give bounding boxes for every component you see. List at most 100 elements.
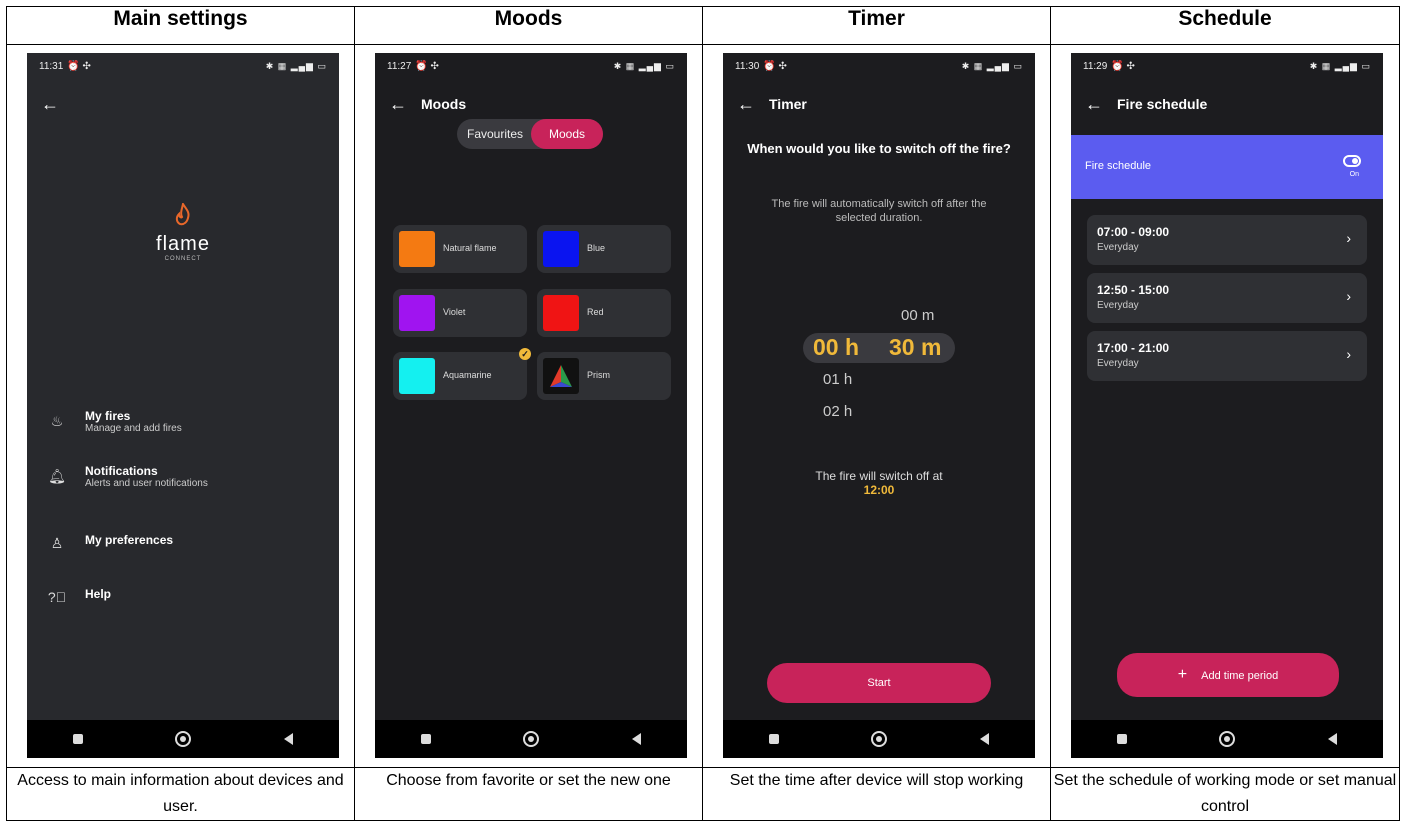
switch-off-time: 12:00	[863, 483, 895, 497]
home-button[interactable]	[175, 731, 192, 747]
app-bar: ← Moods	[389, 91, 673, 117]
mood-label: Red	[587, 307, 604, 317]
comparison-table: Main settings Moods Timer Schedule 11:31…	[6, 6, 1400, 821]
mood-label: Aquamarine	[443, 370, 492, 380]
wheel-hour-next[interactable]: 01 h	[823, 371, 852, 388]
back-arrow-icon[interactable]: ←	[389, 94, 407, 115]
menu-title: My fires	[85, 409, 131, 423]
mood-label: Violet	[443, 307, 466, 317]
header-main-settings: Main settings	[6, 6, 355, 45]
tab-favourites[interactable]: Favourites	[467, 127, 523, 141]
wheel-hour-next2[interactable]: 02 h	[823, 403, 852, 420]
mood-swatch	[399, 231, 435, 267]
schedule-bar-label: Fire schedule	[1085, 160, 1152, 172]
mood-tile[interactable]: Prism	[537, 352, 671, 400]
phone-main-settings: 11:31 ⏰ ✣ ✱ ▦ ▂▄▆ ▭ ← flame CONNECT ♨ My f…	[27, 53, 339, 758]
period-range: 07:00 - 09:00	[1097, 225, 1170, 239]
chevron-right-icon: ›	[1346, 230, 1351, 246]
chevron-right-icon: ›	[1346, 288, 1351, 304]
start-button[interactable]: Start	[767, 663, 991, 703]
mood-swatch	[543, 231, 579, 267]
add-time-period-button[interactable]: + Add time period	[1117, 653, 1339, 697]
android-nav-bar	[375, 720, 687, 758]
wheel-minute-prev[interactable]: 00 m	[901, 307, 934, 324]
back-button[interactable]	[283, 733, 293, 745]
schedule-period[interactable]: 12:50 - 15:00 Everyday ›	[1087, 273, 1367, 323]
check-icon: ✓	[519, 348, 531, 360]
cell-main-settings: 11:31 ⏰ ✣ ✱ ▦ ▂▄▆ ▭ ← flame CONNECT ♨ My f…	[6, 44, 355, 768]
header-timer: Timer	[702, 6, 1051, 45]
header-schedule: Schedule	[1050, 6, 1400, 45]
mood-swatch	[543, 295, 579, 331]
phone-moods: 11:27 ⏰ ✣ ✱ ▦ ▂▄▆ ▭ ← Moods Favourites Mood…	[375, 53, 687, 758]
cell-timer: 11:30 ⏰ ✣ ✱ ▦ ▂▄▆ ▭ ← Timer When would you …	[702, 44, 1051, 768]
app-bar: ← Timer	[737, 91, 1021, 117]
period-range: 17:00 - 21:00	[1097, 341, 1170, 355]
recents-button[interactable]	[769, 734, 780, 744]
person-icon: ♙	[50, 535, 64, 551]
recents-button[interactable]	[73, 734, 84, 744]
back-button[interactable]	[979, 733, 989, 745]
chevron-right-icon: ›	[1346, 346, 1351, 362]
flame-connect-logo: flame CONNECT	[27, 201, 339, 262]
timer-question: When would you like to switch off the fi…	[747, 141, 1011, 156]
period-days: Everyday	[1097, 242, 1139, 253]
schedule-period[interactable]: 17:00 - 21:00 Everyday ›	[1087, 331, 1367, 381]
recents-button[interactable]	[1117, 734, 1128, 744]
app-bar: ←	[41, 91, 325, 117]
status-time: 11:27	[387, 60, 412, 72]
help-icon: ?⃝	[47, 589, 67, 605]
home-button[interactable]	[523, 731, 540, 747]
app-bar: ← Fire schedule	[1085, 91, 1369, 117]
phone-timer: 11:30 ⏰ ✣ ✱ ▦ ▂▄▆ ▭ ← Timer When would you …	[723, 53, 1035, 758]
home-button[interactable]	[1219, 731, 1236, 747]
period-days: Everyday	[1097, 300, 1139, 311]
selected-minutes: 30 m	[889, 334, 942, 360]
header-moods: Moods	[354, 6, 703, 45]
mood-swatch	[399, 358, 435, 394]
logo-word: flame	[156, 233, 210, 255]
android-nav-bar	[27, 720, 339, 758]
back-arrow-icon[interactable]: ←	[1085, 94, 1103, 115]
mood-label: Natural flame	[443, 243, 497, 253]
switch-off-label: The fire will switch off at	[815, 469, 943, 483]
back-button[interactable]	[1327, 733, 1337, 745]
mood-tile[interactable]: Blue	[537, 225, 671, 273]
android-nav-bar	[723, 720, 1035, 758]
menu-sub: Manage and add fires	[85, 423, 182, 434]
caption-timer: Set the time after device will stop work…	[702, 767, 1051, 821]
toggle-switch[interactable]	[1343, 155, 1361, 167]
back-button[interactable]	[631, 733, 641, 745]
status-bar: 11:29 ⏰ ✣ ✱ ▦ ▂▄▆ ▭	[1083, 60, 1371, 72]
schedule-period[interactable]: 07:00 - 09:00 Everyday ›	[1087, 215, 1367, 265]
mood-tile[interactable]: Red	[537, 289, 671, 337]
segment-control: Favourites Moods	[457, 119, 603, 149]
home-button[interactable]	[871, 731, 888, 747]
logo-sub: CONNECT	[164, 256, 202, 262]
menu-title: Help	[85, 587, 112, 601]
caption-schedule: Set the schedule of working mode or set …	[1050, 767, 1400, 821]
mood-label: Blue	[587, 243, 606, 253]
mood-label: Prism	[587, 370, 610, 380]
mood-tile-selected[interactable]: Aquamarine ✓	[393, 348, 531, 400]
caption-moods: Choose from favorite or set the new one	[354, 767, 703, 821]
cell-moods: 11:27 ⏰ ✣ ✱ ▦ ▂▄▆ ▭ ← Moods Favourites Mood…	[354, 44, 703, 768]
mood-tile[interactable]: Natural flame	[393, 225, 527, 273]
cell-schedule: 11:29 ⏰ ✣ ✱ ▦ ▂▄▆ ▭ ← Fire schedule Fire sc…	[1050, 44, 1400, 768]
back-arrow-icon[interactable]: ←	[737, 94, 755, 115]
back-arrow-icon[interactable]: ←	[41, 94, 59, 115]
android-nav-bar	[1071, 720, 1383, 758]
tab-moods[interactable]: Moods	[531, 119, 603, 149]
flame-logo-icon	[27, 201, 339, 233]
flame-icon: ♨	[50, 413, 64, 429]
schedule-toggle-bar: Fire schedule On	[1071, 135, 1383, 199]
period-days: Everyday	[1097, 358, 1139, 369]
add-time-period-label: Add time period	[1201, 670, 1279, 682]
page-title: Timer	[769, 96, 807, 112]
mood-tile[interactable]: Violet	[393, 289, 527, 337]
status-time: 11:31	[39, 60, 64, 72]
recents-button[interactable]	[421, 734, 432, 744]
wheel-selected[interactable]: 00 h 30 m	[803, 333, 955, 363]
caption-main-settings: Access to main information about devices…	[6, 767, 355, 821]
switch-off-summary: The fire will switch off at 12:00	[723, 469, 1035, 497]
